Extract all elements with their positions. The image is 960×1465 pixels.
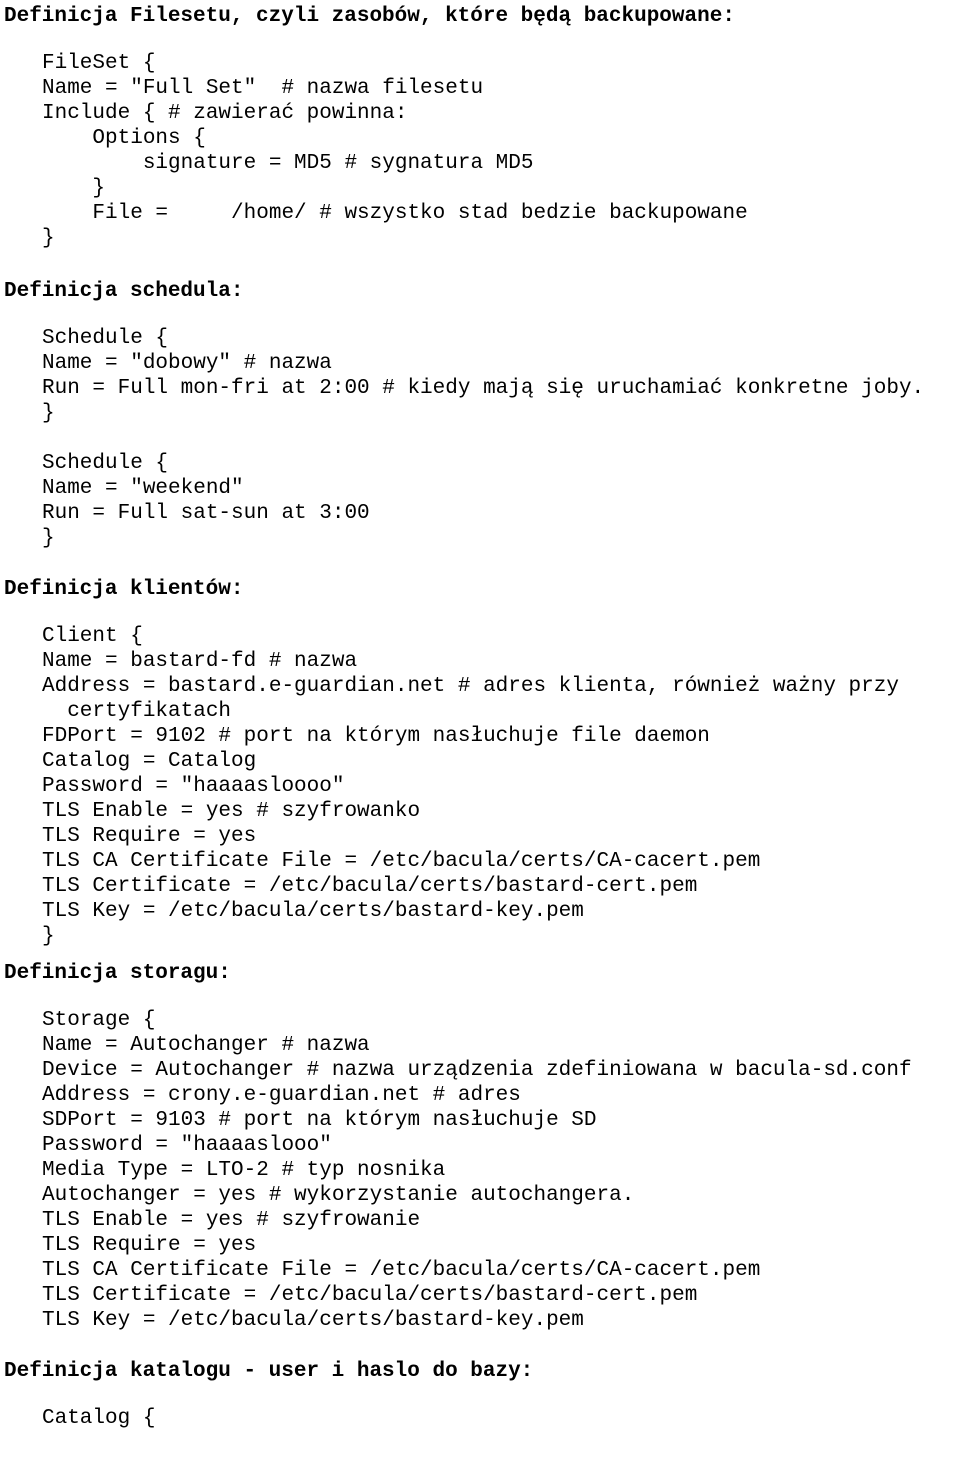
code-block-catalog: Catalog { (42, 1407, 156, 1430)
section-heading-clients: Definicja klientów: (4, 578, 244, 601)
section-heading-schedule: Definicja schedula: (4, 280, 244, 303)
section-catalog: Definicja katalogu - user i haslo do baz… (0, 1359, 960, 1431)
code-block-storage: Storage { Name = Autochanger # nazwa Dev… (42, 1009, 912, 1332)
section-storage: Definicja storagu: Storage { Name = Auto… (0, 961, 960, 1333)
section-heading-fileset: Definicja Filesetu, czyli zasobów, które… (4, 5, 735, 28)
document-page: Definicja Filesetu, czyli zasobów, które… (0, 0, 960, 1465)
document-body: Definicja Filesetu, czyli zasobów, które… (0, 0, 960, 1431)
section-heading-storage: Definicja storagu: (4, 962, 231, 985)
section-fileset: Definicja Filesetu, czyli zasobów, które… (0, 4, 960, 251)
section-heading-catalog: Definicja katalogu - user i haslo do baz… (4, 1360, 534, 1383)
code-block-fileset: FileSet { Name = "Full Set" # nazwa file… (42, 52, 748, 250)
section-schedule: Definicja schedula: Schedule { Name = "d… (0, 279, 960, 551)
code-block-schedule: Schedule { Name = "dobowy" # nazwa Run =… (42, 327, 925, 550)
section-clients: Definicja klientów: Client { Name = bast… (0, 577, 960, 949)
code-block-clients: Client { Name = bastard-fd # nazwa Addre… (42, 625, 899, 948)
